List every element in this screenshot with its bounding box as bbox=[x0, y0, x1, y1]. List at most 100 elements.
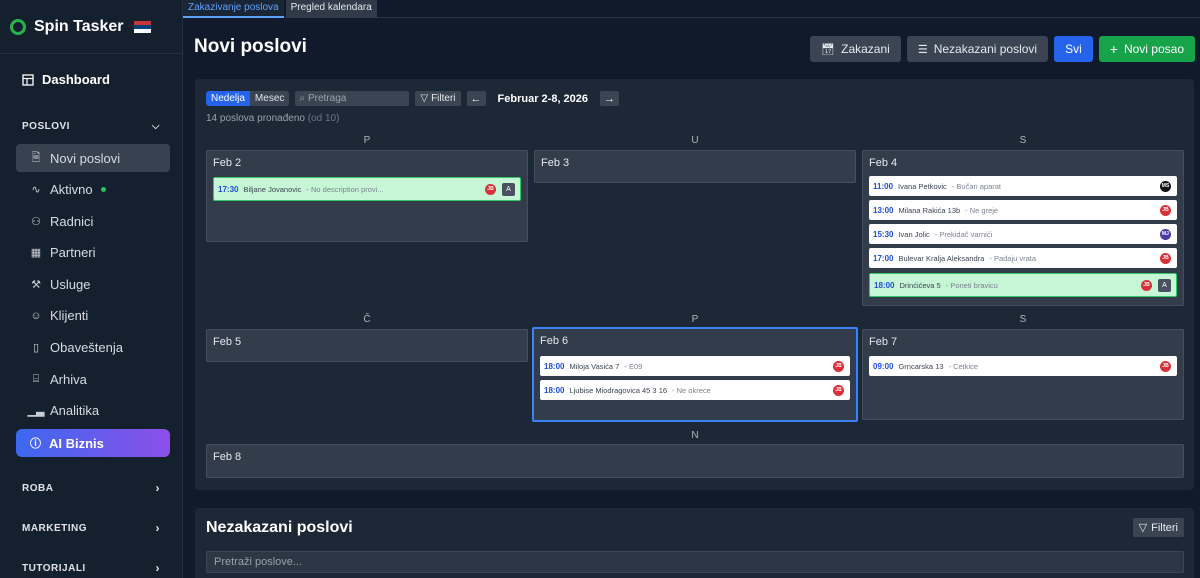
activity-icon: ∿ bbox=[31, 184, 41, 197]
sidebar-item-aktivno[interactable]: ∿ Aktivno bbox=[16, 176, 170, 204]
sidebar-item-klijenti[interactable]: ☺ Klijenti bbox=[16, 302, 170, 330]
section-marketing[interactable]: MARKETING › bbox=[22, 521, 160, 535]
avatar: JB bbox=[833, 384, 844, 396]
day-label: Feb 2 bbox=[213, 157, 242, 169]
sidebar-item-dashboard[interactable]: Dashboard bbox=[22, 72, 110, 87]
jobs-search-input[interactable]: Pretraži poslove... bbox=[206, 551, 1184, 573]
wrench-icon: ⚒ bbox=[31, 278, 41, 291]
document-icon: 🗎 bbox=[31, 151, 41, 164]
event-time: 18:00 bbox=[544, 361, 565, 371]
calendar-toolbar: Nedelja Mesec ⌕ Pretraga ▽ Filteri ← Feb… bbox=[206, 91, 620, 106]
filters-button[interactable]: ▽ Filteri bbox=[1132, 518, 1184, 537]
event-card[interactable]: 17:30 Biljane Jovanovic - No description… bbox=[213, 177, 521, 201]
next-week-button[interactable]: → bbox=[600, 91, 620, 106]
event-title: Ivan Jolic bbox=[898, 229, 930, 239]
avatar: JB bbox=[1160, 204, 1171, 216]
day-cell-feb3[interactable]: Feb 3 bbox=[534, 150, 856, 183]
section-label: POSLOVI bbox=[22, 121, 70, 132]
day-cell-feb8[interactable]: Feb 8 bbox=[206, 444, 1184, 478]
sidebar-item-label: Partneri bbox=[50, 245, 96, 261]
sidebar-item-label: Aktivno bbox=[50, 182, 93, 198]
event-desc: - E09 bbox=[624, 361, 643, 371]
day-label: Feb 4 bbox=[869, 157, 898, 169]
button-label: Nezakazani poslovi bbox=[933, 42, 1038, 56]
building-icon: ▦ bbox=[30, 247, 42, 260]
sidebar-item-usluge[interactable]: ⚒ Usluge bbox=[16, 270, 170, 298]
event-time: 09:00 bbox=[873, 361, 894, 371]
svi-button[interactable]: Svi bbox=[1054, 36, 1093, 62]
sidebar-item-label: Usluge bbox=[50, 276, 91, 292]
view-month-button[interactable]: Mesec bbox=[249, 91, 290, 106]
prev-week-button[interactable]: ← bbox=[466, 91, 486, 106]
tab-zakazivanje[interactable]: Zakazivanje poslova bbox=[183, 0, 284, 18]
avatar: MS bbox=[1160, 180, 1171, 192]
section-roba[interactable]: ROBA › bbox=[22, 481, 160, 495]
avatar: MJ bbox=[1160, 228, 1171, 240]
event-title: Biljane Jovanovic bbox=[243, 184, 302, 194]
day-cell-feb7[interactable]: Feb 7 09:00 Grncarska 13 - Cetkice JB bbox=[862, 329, 1184, 420]
day-cell-feb5[interactable]: Feb 5 bbox=[206, 329, 528, 362]
header-actions: 📅︎ Zakazani ☰ Nezakazani poslovi Svi + N… bbox=[810, 36, 1195, 62]
event-card[interactable]: 13:00 Milana Rakića 13b - Ne greje JB bbox=[869, 200, 1177, 220]
avatar: JB bbox=[833, 360, 844, 372]
event-desc: - Prekidač varnići bbox=[934, 229, 993, 239]
event-desc: - Poneti bravicu bbox=[945, 280, 998, 290]
button-label: Filteri bbox=[1151, 521, 1178, 534]
event-time: 17:30 bbox=[218, 184, 239, 194]
day-name: P bbox=[363, 135, 371, 146]
event-card[interactable]: 17:00 Bulevar Kralja Aleksandra - Padaju… bbox=[869, 248, 1177, 268]
nezakazani-button[interactable]: ☰ Nezakazani poslovi bbox=[906, 36, 1049, 62]
sidebar-nav: 🗎 Novi poslovi ∿ Aktivno ⚇ Radnici ▦ Par… bbox=[16, 144, 170, 428]
filters-button[interactable]: ▽ Filteri bbox=[415, 91, 461, 106]
event-title: Drinćićeva 5 bbox=[899, 280, 941, 290]
day-label: Feb 7 bbox=[869, 336, 898, 348]
ai-biznis-button[interactable]: ⓘ AI Biznis bbox=[16, 429, 170, 457]
user-plus-icon: ⚇ bbox=[31, 215, 41, 228]
section-tutorijali[interactable]: TUTORIJALI › bbox=[22, 561, 160, 575]
ai-icon: ⓘ bbox=[30, 438, 41, 450]
view-toggle: Nedelja Mesec bbox=[206, 91, 290, 106]
ai-label: AI Biznis bbox=[49, 435, 104, 451]
event-card[interactable]: 18:00 Miloja Vasića 7 - E09 JB bbox=[540, 356, 850, 376]
search-input[interactable]: ⌕ Pretraga bbox=[295, 91, 410, 106]
day-label: Feb 5 bbox=[213, 336, 242, 348]
unscheduled-panel: Nezakazani poslovi ▽ Filteri Pretraži po… bbox=[195, 508, 1194, 578]
event-card[interactable]: 18:00 Drinćićeva 5 - Poneti bravicu JB A bbox=[869, 273, 1177, 297]
sidebar-item-label: Analitika bbox=[50, 403, 100, 419]
event-card[interactable]: 15:30 Ivan Jolic - Prekidač varnići MJ bbox=[869, 224, 1177, 244]
page-title: Novi poslovi bbox=[194, 36, 307, 57]
sidebar-item-obavestenja[interactable]: ▯ Obaveštenja bbox=[16, 334, 170, 362]
novi-posao-button[interactable]: + Novi posao bbox=[1098, 36, 1195, 62]
sidebar-item-radnici[interactable]: ⚇ Radnici bbox=[16, 207, 170, 235]
section-poslovi[interactable]: POSLOVI ⌵ bbox=[22, 121, 160, 132]
archive-icon: ⌸ bbox=[32, 372, 40, 385]
week-label: Februar 2-8, 2026 bbox=[497, 92, 589, 105]
sidebar-item-analitika[interactable]: ▁▃ Analitika bbox=[16, 397, 170, 425]
assigned-badge: A bbox=[1158, 278, 1171, 292]
day-name: P bbox=[691, 314, 699, 325]
tab-pregled-kalendara[interactable]: Pregled kalendara bbox=[285, 0, 377, 18]
brand-name: Spin Tasker bbox=[34, 17, 124, 35]
zakazani-button[interactable]: 📅︎ Zakazani bbox=[810, 36, 901, 62]
sidebar: Spin Tasker Dashboard POSLOVI ⌵ 🗎 Novi p… bbox=[0, 0, 183, 578]
logo-icon bbox=[10, 18, 26, 35]
list-icon: ☰ bbox=[917, 43, 928, 56]
sidebar-item-novi-poslovi[interactable]: 🗎 Novi poslovi bbox=[16, 144, 170, 172]
brand[interactable]: Spin Tasker bbox=[0, 0, 182, 54]
event-card[interactable]: 11:00 Ivana Petkovic - Bučan aparat MS bbox=[869, 176, 1177, 196]
event-desc: - No description provi... bbox=[306, 184, 384, 194]
view-week-button[interactable]: Nedelja bbox=[206, 91, 250, 106]
day-cell-feb2[interactable]: Feb 2 17:30 Biljane Jovanovic - No descr… bbox=[206, 150, 528, 242]
event-desc: - Padaju vrata bbox=[989, 253, 1037, 263]
event-card[interactable]: 09:00 Grncarska 13 - Cetkice JB bbox=[869, 356, 1177, 376]
day-cell-feb4[interactable]: Feb 4 11:00 Ivana Petkovic - Bučan apara… bbox=[862, 150, 1184, 306]
day-name: S bbox=[1019, 314, 1027, 325]
event-title: Bulevar Kralja Aleksandra bbox=[898, 253, 985, 263]
sidebar-item-partneri[interactable]: ▦ Partneri bbox=[16, 239, 170, 267]
event-card[interactable]: 18:00 Ljubise Miodragovica 45 3 16 - Ne … bbox=[540, 380, 850, 400]
day-name: Č bbox=[363, 314, 371, 325]
sidebar-item-arhiva[interactable]: ⌸ Arhiva bbox=[16, 365, 170, 393]
chevron-down-icon: ⌵ bbox=[151, 121, 160, 132]
day-cell-feb6[interactable]: Feb 6 18:00 Miloja Vasića 7 - E09 JB 18:… bbox=[532, 327, 858, 422]
sidebar-item-label: Obaveštenja bbox=[50, 340, 123, 356]
